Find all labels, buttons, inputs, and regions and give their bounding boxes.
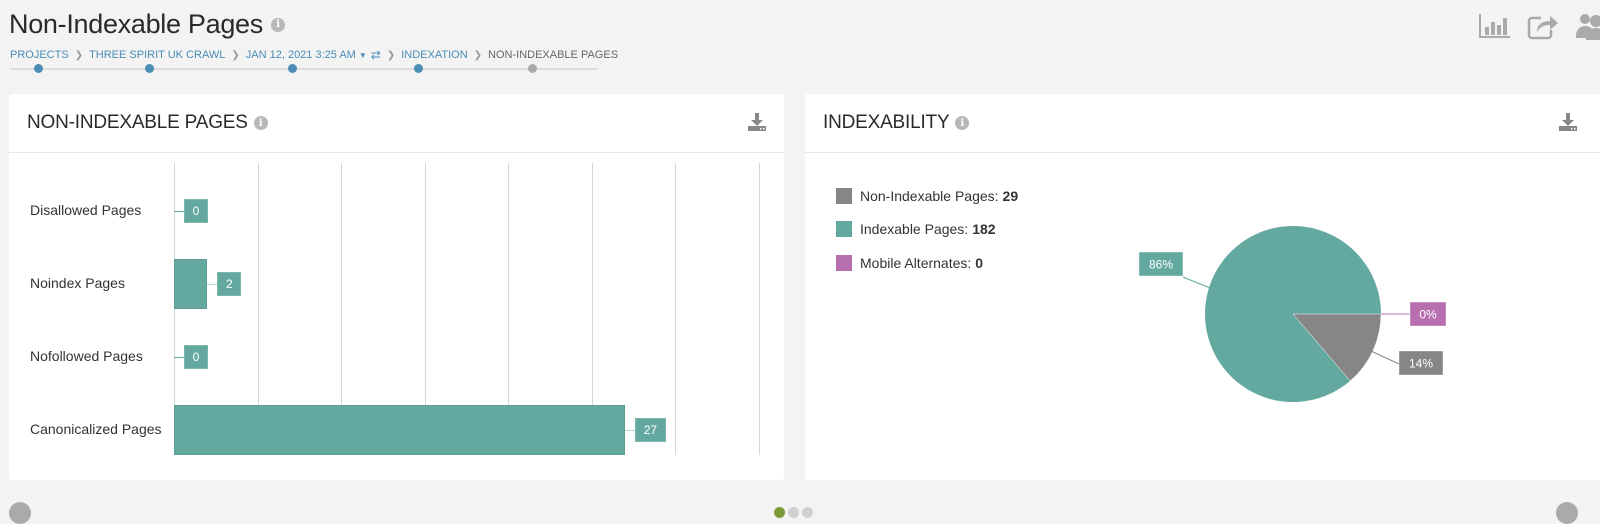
breadcrumb: PROJECTS ❯ THREE SPIRIT UK CRAWL ❯ JAN 1… bbox=[10, 48, 618, 62]
step-dot[interactable] bbox=[414, 64, 423, 73]
non-indexable-pages-card: NON-INDEXABLE PAGES i Disallowed Pages 0 N… bbox=[9, 94, 784, 480]
pager-dot[interactable] bbox=[802, 507, 813, 518]
top-toolbar bbox=[1478, 11, 1600, 41]
prev-arrow-icon[interactable] bbox=[9, 502, 31, 524]
step-dot[interactable] bbox=[145, 64, 154, 73]
label-leader-line bbox=[174, 211, 184, 212]
bar[interactable] bbox=[174, 259, 208, 309]
bar-value-label: 27 bbox=[634, 418, 666, 442]
steps-track bbox=[10, 68, 598, 70]
chevron-right-icon: ❯ bbox=[231, 49, 240, 61]
caret-down-icon[interactable]: ▼ bbox=[359, 51, 367, 60]
pie-indexable-percent-label: 86% bbox=[1149, 258, 1173, 272]
breadcrumb-steps bbox=[10, 64, 598, 74]
label-leader-line bbox=[624, 430, 635, 431]
bar-value-label: 0 bbox=[184, 345, 208, 369]
pager-dot[interactable] bbox=[788, 507, 799, 518]
bar-value-label: 2 bbox=[217, 272, 242, 296]
breadcrumb-current: NON-INDEXABLE PAGES bbox=[488, 49, 619, 61]
info-icon[interactable]: i bbox=[253, 116, 268, 130]
bar-category-label: Noindex Pages bbox=[30, 275, 125, 291]
chevron-right-icon: ❯ bbox=[74, 49, 84, 61]
step-dot[interactable] bbox=[288, 64, 297, 73]
next-arrow-icon[interactable] bbox=[1556, 502, 1578, 524]
gridline bbox=[758, 163, 760, 455]
chevron-right-icon: ❯ bbox=[386, 49, 396, 61]
card-header: NON-INDEXABLE PAGES i bbox=[9, 94, 784, 153]
bar-category-label: Disallowed Pages bbox=[30, 202, 142, 218]
chevron-right-icon: ❯ bbox=[473, 49, 483, 61]
pie-chart: 86% 0% 14% bbox=[1138, 225, 1447, 402]
breadcrumb-crawl-date[interactable]: JAN 12, 2021 3:25 AM bbox=[246, 49, 356, 61]
download-icon[interactable] bbox=[747, 112, 767, 132]
page-title: Non-Indexable Pages i bbox=[9, 9, 285, 40]
label-leader-line bbox=[174, 357, 184, 358]
bar[interactable] bbox=[174, 405, 625, 455]
share-icon[interactable] bbox=[1526, 11, 1560, 41]
gridline bbox=[675, 163, 676, 455]
breadcrumb-project[interactable]: THREE SPIRIT UK CRAWL bbox=[89, 49, 225, 61]
pager-dot-active[interactable] bbox=[774, 507, 785, 518]
users-icon[interactable] bbox=[1574, 11, 1600, 41]
step-dot-current bbox=[528, 64, 537, 73]
bar-category-label: Nofollowed Pages bbox=[30, 348, 143, 364]
breadcrumb-projects[interactable]: PROJECTS bbox=[10, 49, 69, 61]
info-icon[interactable]: i bbox=[270, 17, 285, 32]
swap-arrows-icon[interactable]: ⇄ bbox=[371, 48, 381, 62]
bar-category-label: Canonicalized Pages bbox=[30, 421, 162, 437]
step-dot[interactable] bbox=[34, 64, 43, 73]
pie-indexable-leader-line bbox=[1182, 276, 1211, 289]
bar-chart: Disallowed Pages 0 Noindex Pages 2 Nofollowe… bbox=[9, 153, 784, 481]
bar-chart-icon[interactable] bbox=[1478, 11, 1512, 41]
card-title: NON-INDEXABLE PAGES bbox=[27, 112, 248, 133]
pie-non-indexable-percent-label: 14% bbox=[1409, 357, 1433, 371]
pie-non-indexable-leader-line bbox=[1370, 350, 1400, 365]
label-leader-line bbox=[207, 284, 218, 285]
pie-mobile-percent-label: 0% bbox=[1419, 308, 1437, 322]
bar-value-label: 0 bbox=[184, 199, 208, 223]
carousel-pager bbox=[774, 507, 813, 518]
indexability-card: INDEXABILITY i Non-Indexable Pages: 29 I… bbox=[805, 94, 1600, 480]
page-title-text: Non-Indexable Pages bbox=[9, 9, 263, 39]
breadcrumb-indexation[interactable]: INDEXATION bbox=[401, 49, 467, 61]
